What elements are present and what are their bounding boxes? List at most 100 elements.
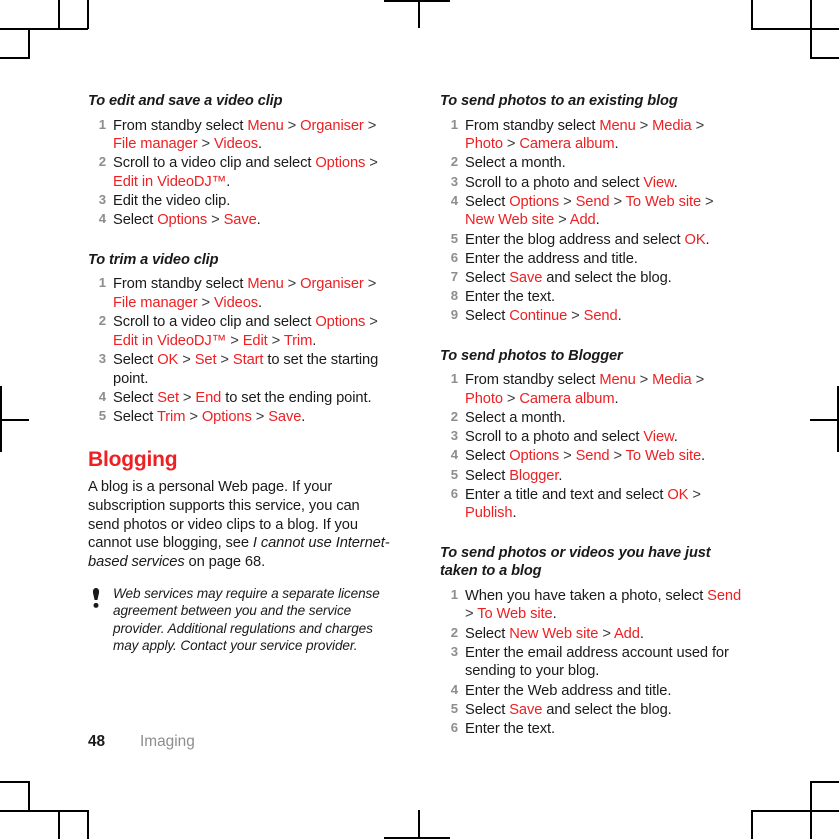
step-item: Select Set > End to set the ending point…	[88, 389, 393, 408]
text-run: From standby select	[465, 117, 600, 134]
menu-keyword: Send	[575, 193, 610, 210]
menu-keyword: Menu	[599, 372, 636, 389]
menu-keyword: Options	[315, 314, 366, 331]
text-run: Enter the Web address and title.	[465, 682, 672, 699]
menu-keyword: Save	[509, 270, 543, 287]
path-separator: >	[688, 486, 701, 503]
text-run: .	[256, 212, 261, 229]
path-separator: >	[226, 332, 243, 349]
step-item: Select a month.	[440, 409, 745, 428]
path-separator: >	[197, 136, 214, 153]
steps-send-photos-videos-just-taken: When you have taken a photo, select Send…	[440, 587, 745, 739]
text-run: Select	[465, 625, 510, 642]
menu-keyword: Add	[569, 212, 596, 229]
menu-keyword: Menu	[599, 117, 636, 134]
menu-keyword: Photo	[465, 390, 503, 407]
text-run: .	[639, 625, 644, 642]
text-run: Enter the blog address and select	[465, 231, 685, 248]
paragraph-blogging-intro: A blog is a personal Web page. If your s…	[88, 478, 393, 571]
step-item: Scroll to a photo and select View.	[440, 428, 745, 447]
heading-send-photos-existing-blog: To send photos to an existing blog	[440, 93, 678, 109]
text-run: .	[512, 505, 517, 522]
left-column: To edit and save a video clip From stand…	[88, 92, 393, 655]
menu-keyword: Media	[652, 372, 692, 389]
step-item: Scroll to a photo and select View.	[440, 174, 745, 193]
page-footer: 48 Imaging	[88, 733, 760, 755]
menu-keyword: Send	[583, 308, 618, 325]
exclamation-icon	[92, 587, 100, 608]
step-item: Select Options > Save.	[88, 211, 393, 230]
text-run: to set the ending point.	[221, 389, 372, 406]
menu-keyword: Videos	[213, 294, 259, 311]
path-separator: >	[701, 193, 714, 210]
menu-keyword: Menu	[247, 276, 284, 293]
text-run: Scroll to a video clip and select	[113, 155, 316, 172]
steps-trim-a-video-clip: From standby select Menu > Organiser > F…	[88, 275, 393, 427]
text-run: .	[226, 174, 231, 191]
menu-keyword: Camera album	[519, 136, 615, 153]
menu-keyword: Send	[575, 448, 610, 465]
text-run: Select	[465, 467, 510, 484]
step-item: From standby select Menu > Organiser > F…	[88, 117, 393, 154]
text-run: .	[558, 467, 563, 484]
step-item: Enter the blog address and select OK.	[440, 231, 745, 250]
text-run: .	[701, 448, 706, 465]
step-item: Select Save and select the blog.	[440, 269, 745, 288]
path-separator: >	[635, 372, 653, 389]
text-run: .	[258, 294, 262, 311]
right-column: To send photos to an existing blog From …	[440, 92, 745, 739]
path-separator: >	[251, 409, 269, 425]
text-run: Select a month.	[465, 155, 566, 172]
text-run: Select	[465, 270, 510, 287]
menu-keyword: Menu	[247, 117, 284, 134]
text-run: .	[258, 136, 262, 153]
text-run: Scroll to a photo and select	[465, 429, 644, 446]
text-run: Enter a title and text and select	[465, 486, 668, 503]
text-run: Enter the address and title.	[465, 250, 638, 267]
path-separator: >	[267, 332, 284, 349]
note-text: Web services may require a separate lice…	[113, 585, 380, 654]
text-run: and select the blog.	[542, 270, 672, 287]
steps-send-photos-to-blogger: From standby select Menu > Media > Photo…	[440, 371, 745, 523]
text-run: Select	[465, 701, 510, 718]
menu-keyword: Options	[201, 409, 252, 425]
text-run: and select the blog.	[542, 701, 672, 718]
menu-keyword: New Web site	[509, 625, 599, 642]
path-separator: >	[635, 117, 653, 134]
menu-keyword: To Web site	[477, 606, 553, 623]
heading-send-photos-videos-just-taken: To send photos or videos you have just t…	[440, 544, 711, 580]
menu-keyword: File manager	[113, 136, 198, 153]
steps-send-photos-existing-blog: From standby select Menu > Media > Photo…	[440, 117, 745, 327]
text-run: .	[673, 174, 678, 191]
menu-keyword: Options	[509, 448, 560, 465]
text-run: Enter the email address account used for…	[465, 644, 729, 680]
menu-keyword: View	[643, 429, 674, 446]
menu-keyword: OK	[667, 486, 689, 503]
path-separator: >	[178, 351, 195, 368]
menu-keyword: Send	[707, 587, 742, 604]
menu-keyword: Continue	[509, 308, 568, 325]
text-run: Select	[113, 409, 157, 425]
path-separator: >	[609, 193, 626, 210]
text-run: From standby select	[465, 372, 600, 389]
menu-keyword: Options	[315, 155, 366, 172]
menu-keyword: Set	[157, 389, 179, 406]
path-separator: >	[363, 117, 377, 134]
path-separator: >	[365, 155, 378, 172]
heading-send-photos-to-blogger: To send photos to Blogger	[440, 347, 623, 364]
menu-keyword: Edit in VideoDJ™	[113, 332, 227, 349]
page-number: 48	[88, 733, 106, 750]
step-item: Enter the address and title.	[440, 250, 745, 269]
step-item: Enter a title and text and select OK > P…	[440, 486, 745, 523]
menu-keyword: Camera album	[519, 390, 615, 407]
step-item: Enter the email address account used for…	[440, 644, 745, 681]
text-run: .	[614, 136, 619, 153]
path-separator: >	[216, 351, 233, 368]
menu-keyword: File manager	[113, 294, 198, 311]
step-item: Scroll to a video clip and select Option…	[88, 154, 393, 191]
path-separator: >	[197, 294, 214, 311]
